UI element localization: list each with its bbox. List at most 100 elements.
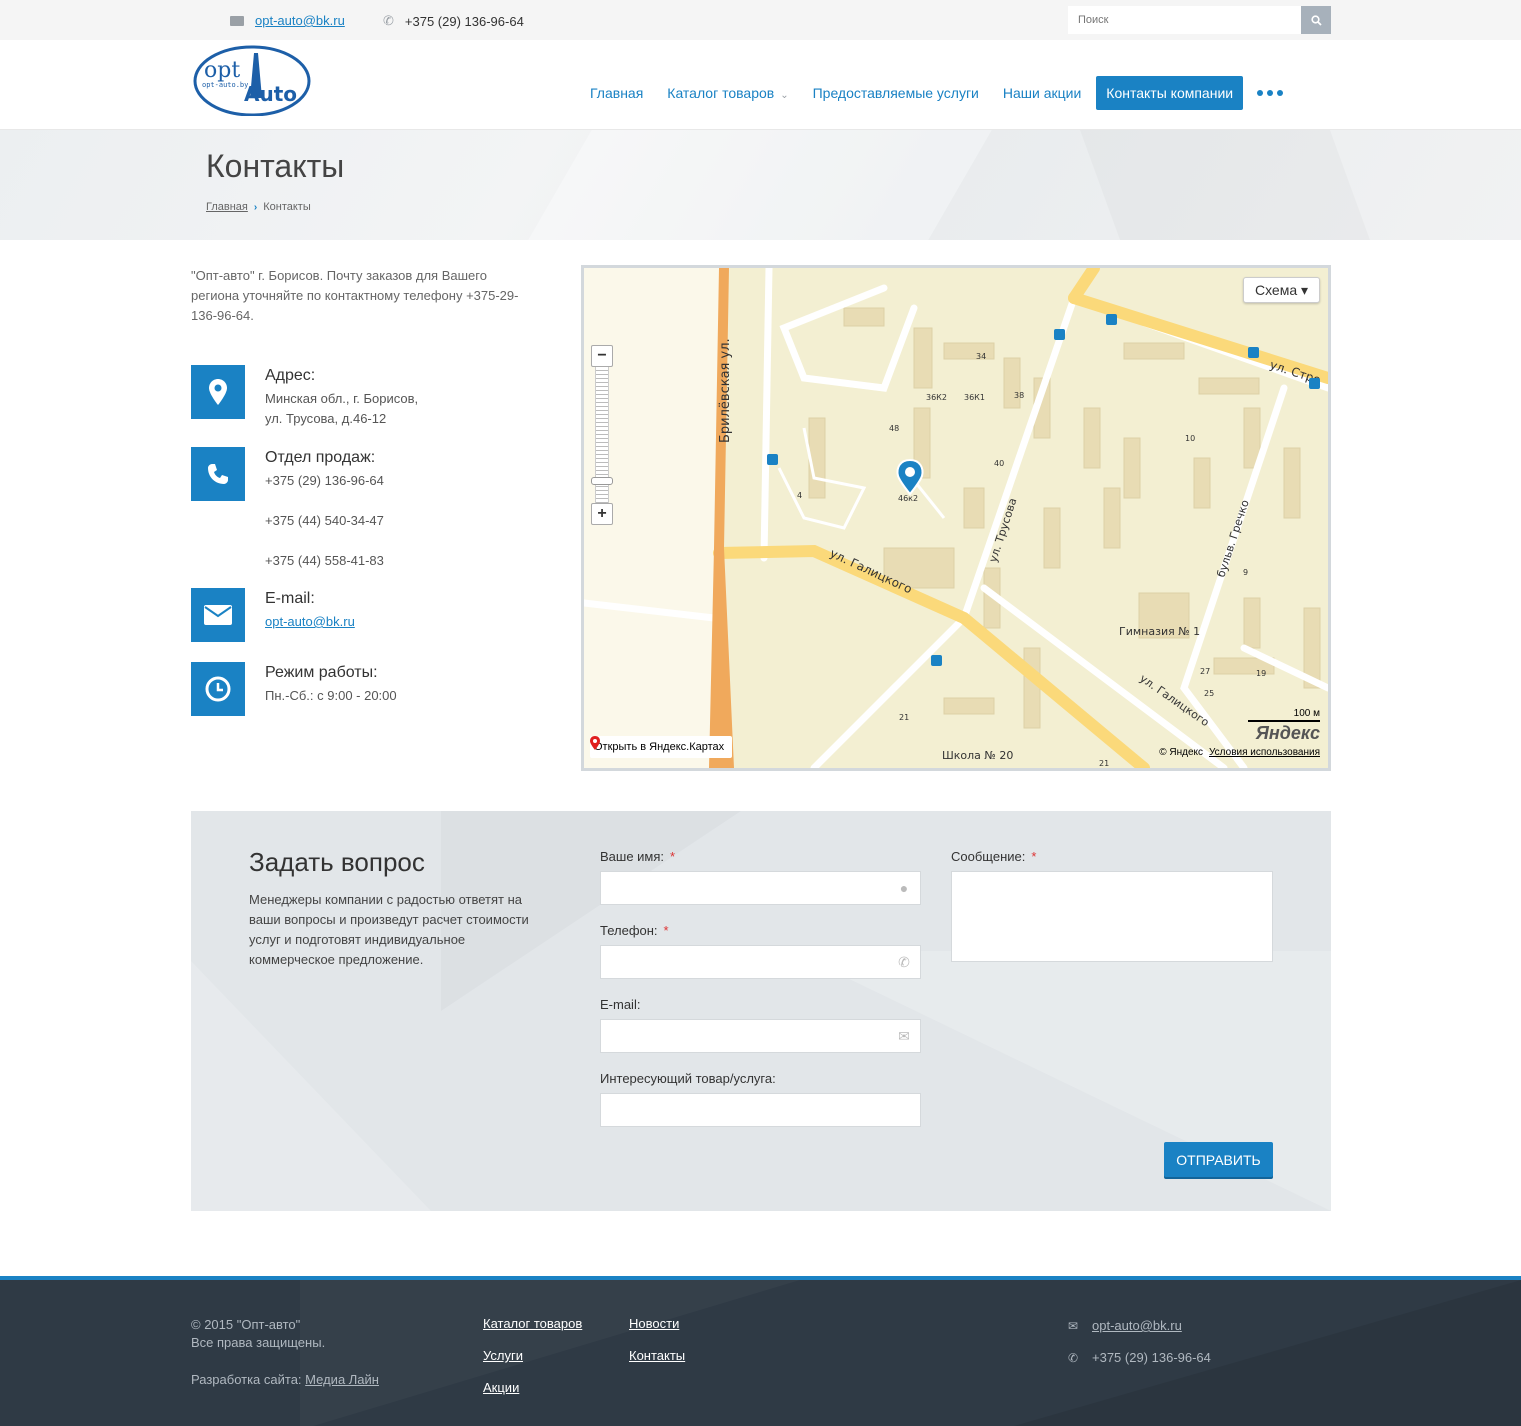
more-menu-icon[interactable] [1257,90,1284,96]
nav-catalog[interactable]: Каталог товаров ⌄ [655,76,800,110]
yandex-pin-icon [590,736,600,750]
search-input[interactable] [1068,6,1301,34]
product-field[interactable] [600,1093,921,1127]
sales-phones: +375 (29) 136-96-64 +375 (44) 540-34-47 … [265,471,384,571]
developer-link[interactable]: Медиа Лайн [305,1372,379,1387]
contact-email: E-mail: opt-auto@bk.ru [191,588,551,642]
breadcrumb: Главная › Контакты [206,201,311,213]
svg-text:19: 19 [1256,669,1266,678]
hours-value: Пн.-Сб.: с 9:00 - 20:00 [265,688,397,703]
sales-phone-1: +375 (29) 136-96-64 [265,473,384,488]
svg-text:21: 21 [1099,759,1109,768]
ask-question-section: Задать вопрос Менеджеры компании с радос… [191,811,1331,1211]
top-email-link[interactable]: opt-auto@bk.ru [255,13,345,28]
email-label: E-mail: [265,590,315,607]
map-zoom-control[interactable]: − + [591,345,615,529]
footer-developer: Разработка сайта: Медиа Лайн [191,1372,379,1387]
hours-label: Режим работы: [265,664,378,681]
top-phone-text: +375 (29) 136-96-64 [404,13,524,29]
map-canvas: Брилёвская ул. ул. Галицкого ул. Трусова… [584,268,1328,768]
footer-phone: ✆ +375 (29) 136-96-64 [1068,1350,1211,1365]
footer-link-contacts[interactable]: Контакты [629,1348,685,1363]
svg-text:Гимназия № 1: Гимназия № 1 [1119,625,1200,638]
envelope-icon [230,15,244,26]
map-scale: 100 м [1248,708,1320,722]
submit-button[interactable]: ОТПРАВИТЬ [1164,1142,1273,1177]
svg-text:38: 38 [1014,391,1024,400]
ask-title: Задать вопрос [249,847,425,877]
logo-domain: opt-auto.by [202,81,248,89]
nav-home[interactable]: Главная [578,76,655,110]
map-type-button[interactable]: Схема ▾ [1243,277,1320,303]
footer-link-news[interactable]: Новости [629,1316,679,1331]
top-bar: opt-auto@bk.ru ✆ +375 (29) 136-96-64 [0,0,1521,40]
open-in-yandex-maps[interactable]: Открыть в Яндекс.Картах [590,736,733,758]
svg-text:9: 9 [1243,568,1248,577]
site-footer: © 2015 "Опт-авто" Все права защищены. Ра… [0,1276,1521,1426]
location-pin-icon [191,365,245,419]
page-title: Контакты [206,148,345,184]
svg-text:Брилёвская ул.: Брилёвская ул. [718,338,733,443]
address-value: Минская обл., г. Борисов, ул. Трусова, д… [265,391,419,426]
address-label: Адрес: [265,367,316,384]
svg-text:25: 25 [1204,689,1214,698]
yandex-logo: Яндекс [1255,723,1320,743]
svg-text:40: 40 [994,459,1004,468]
breadcrumb-current: Контакты [263,201,311,213]
svg-text:21: 21 [899,713,909,722]
footer-copyright: © 2015 "Опт-авто" Все права защищены. [191,1317,326,1350]
svg-text:36К1: 36К1 [964,393,985,402]
breadcrumb-home[interactable]: Главная [206,201,248,213]
sales-label: Отдел продаж: [265,449,376,466]
svg-text:34: 34 [976,352,986,361]
zoom-slider[interactable] [595,367,609,507]
zoom-out-button[interactable]: − [591,345,613,367]
logo-main: opt [204,58,240,83]
site-logo[interactable]: opt Auto opt-auto.by [192,43,312,117]
footer-link-services[interactable]: Услуги [483,1348,523,1363]
svg-text:27: 27 [1200,667,1210,676]
email-link[interactable]: opt-auto@bk.ru [265,614,355,629]
email-field[interactable]: ✉ [600,1019,921,1053]
zoom-in-button[interactable]: + [591,503,613,525]
nav-contacts[interactable]: Контакты компании [1096,76,1244,110]
phone-field[interactable]: ✆ [600,945,921,979]
email-form-label: E-mail: [600,997,641,1012]
envelope-icon [191,588,245,642]
site-header: opt Auto opt-auto.by Главная Каталог тов… [0,40,1521,130]
logo-brand: Auto [244,82,297,106]
nav-services[interactable]: Предоставляемые услуги [801,76,991,110]
sales-phone-3: +375 (44) 558-41-83 [265,553,384,568]
name-label: Ваше имя: * [600,849,676,864]
name-field[interactable]: ● [600,871,921,905]
phone-icon: ✆ [383,13,394,28]
map-terms-link[interactable]: Условия использования [1209,747,1320,758]
svg-text:48: 48 [889,424,899,433]
phone-label: Телефон: * [600,923,669,938]
footer-email: ✉ opt-auto@bk.ru [1068,1318,1182,1333]
contact-hours: Режим работы: Пн.-Сб.: с 9:00 - 20:00 [191,662,551,716]
footer-email-link[interactable]: opt-auto@bk.ru [1092,1318,1182,1333]
message-textarea[interactable] [951,871,1273,962]
search-button[interactable] [1301,6,1331,34]
top-phone: ✆ +375 (29) 136-96-64 [383,13,524,29]
svg-text:10: 10 [1185,434,1195,443]
message-label: Сообщение: * [951,849,1037,864]
phone-icon [191,447,245,501]
main-nav: Главная Каталог товаров ⌄ Предоставляемые… [578,76,1284,110]
phone-icon: ✆ [898,954,910,970]
svg-text:Школа № 20: Школа № 20 [942,749,1013,762]
contact-sales: Отдел продаж: +375 (29) 136-96-64 +375 (… [191,447,551,568]
intro-text: "Опт-авто" г. Борисов. Почту заказов для… [191,268,519,323]
user-icon: ● [899,880,909,896]
product-label: Интересующий товар/услуга: [600,1071,776,1086]
search-box [1068,6,1331,34]
envelope-icon: ✉ [898,1028,910,1044]
footer-link-catalog[interactable]: Каталог товаров [483,1316,582,1331]
zoom-slider-handle[interactable] [591,477,613,485]
nav-promotions[interactable]: Наши акции [991,76,1093,110]
footer-link-promotions[interactable]: Акции [483,1380,519,1395]
page-title-band: Контакты Главная › Контакты [0,130,1521,240]
search-icon [1310,14,1322,26]
yandex-map[interactable]: Брилёвская ул. ул. Галицкого ул. Трусова… [581,265,1331,771]
